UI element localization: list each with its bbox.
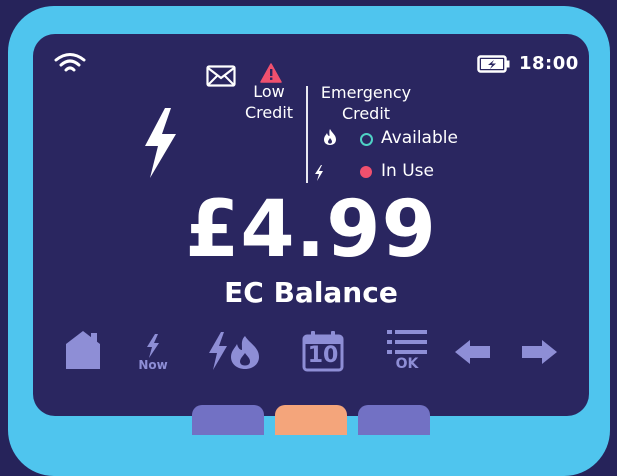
low-credit-line2: Credit — [244, 103, 294, 122]
lightning-icon — [145, 108, 176, 178]
calendar-button[interactable]: 10 — [302, 330, 344, 372]
home-icon[interactable] — [65, 330, 101, 370]
emergency-credit-title: Emergency Credit — [305, 82, 427, 124]
display-screen: 18:00 Low Credit Emergency Credit Availa… — [33, 34, 589, 416]
low-credit-line1: Low — [253, 82, 285, 101]
in-use-label: In Use — [381, 161, 434, 181]
menu-icon — [387, 330, 427, 354]
available-indicator — [360, 133, 373, 146]
balance-label: EC Balance — [224, 276, 398, 309]
envelope-icon[interactable] — [206, 65, 236, 87]
emergency-credit-line2: Credit — [341, 104, 391, 123]
ok-menu-button[interactable]: OK — [385, 328, 429, 372]
clock-time: 18:00 — [519, 53, 579, 74]
ok-label: OK — [395, 356, 419, 372]
now-button[interactable]: Now — [133, 334, 173, 372]
emergency-credit-line1: Emergency — [320, 83, 412, 102]
calendar-day: 10 — [307, 343, 339, 368]
available-label: Available — [381, 128, 458, 148]
now-label: Now — [138, 358, 168, 372]
lightning-now-icon — [147, 334, 159, 358]
in-use-indicator — [360, 166, 372, 178]
soft-key-right[interactable] — [358, 405, 430, 435]
arrow-left-icon[interactable] — [455, 339, 491, 365]
balance-amount: £4.99 — [185, 185, 437, 275]
flame-icon — [324, 129, 336, 145]
lightning-small-icon — [315, 165, 323, 181]
battery-charging-icon — [477, 55, 510, 73]
soft-key-center[interactable] — [275, 405, 347, 435]
soft-key-left[interactable] — [192, 405, 264, 435]
dual-fuel-icon[interactable] — [207, 332, 261, 370]
warning-icon — [260, 63, 282, 83]
arrow-right-icon[interactable] — [521, 339, 557, 365]
low-credit-alert: Low Credit — [238, 81, 300, 123]
wifi-icon — [54, 53, 86, 72]
